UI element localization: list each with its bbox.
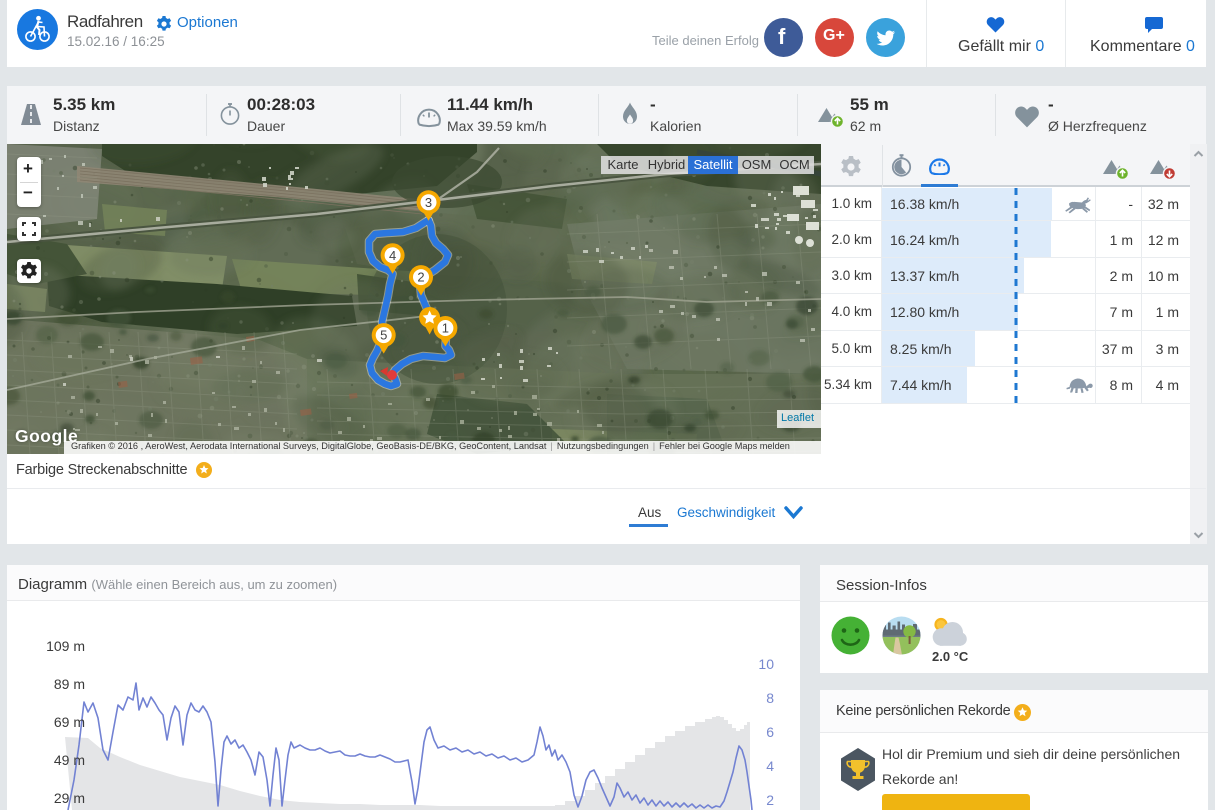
svg-text:4: 4 — [389, 248, 396, 263]
svg-text:3: 3 — [425, 195, 432, 210]
svg-text:5: 5 — [380, 328, 387, 343]
svg-text:2: 2 — [417, 270, 424, 285]
svg-text:1: 1 — [442, 321, 449, 336]
